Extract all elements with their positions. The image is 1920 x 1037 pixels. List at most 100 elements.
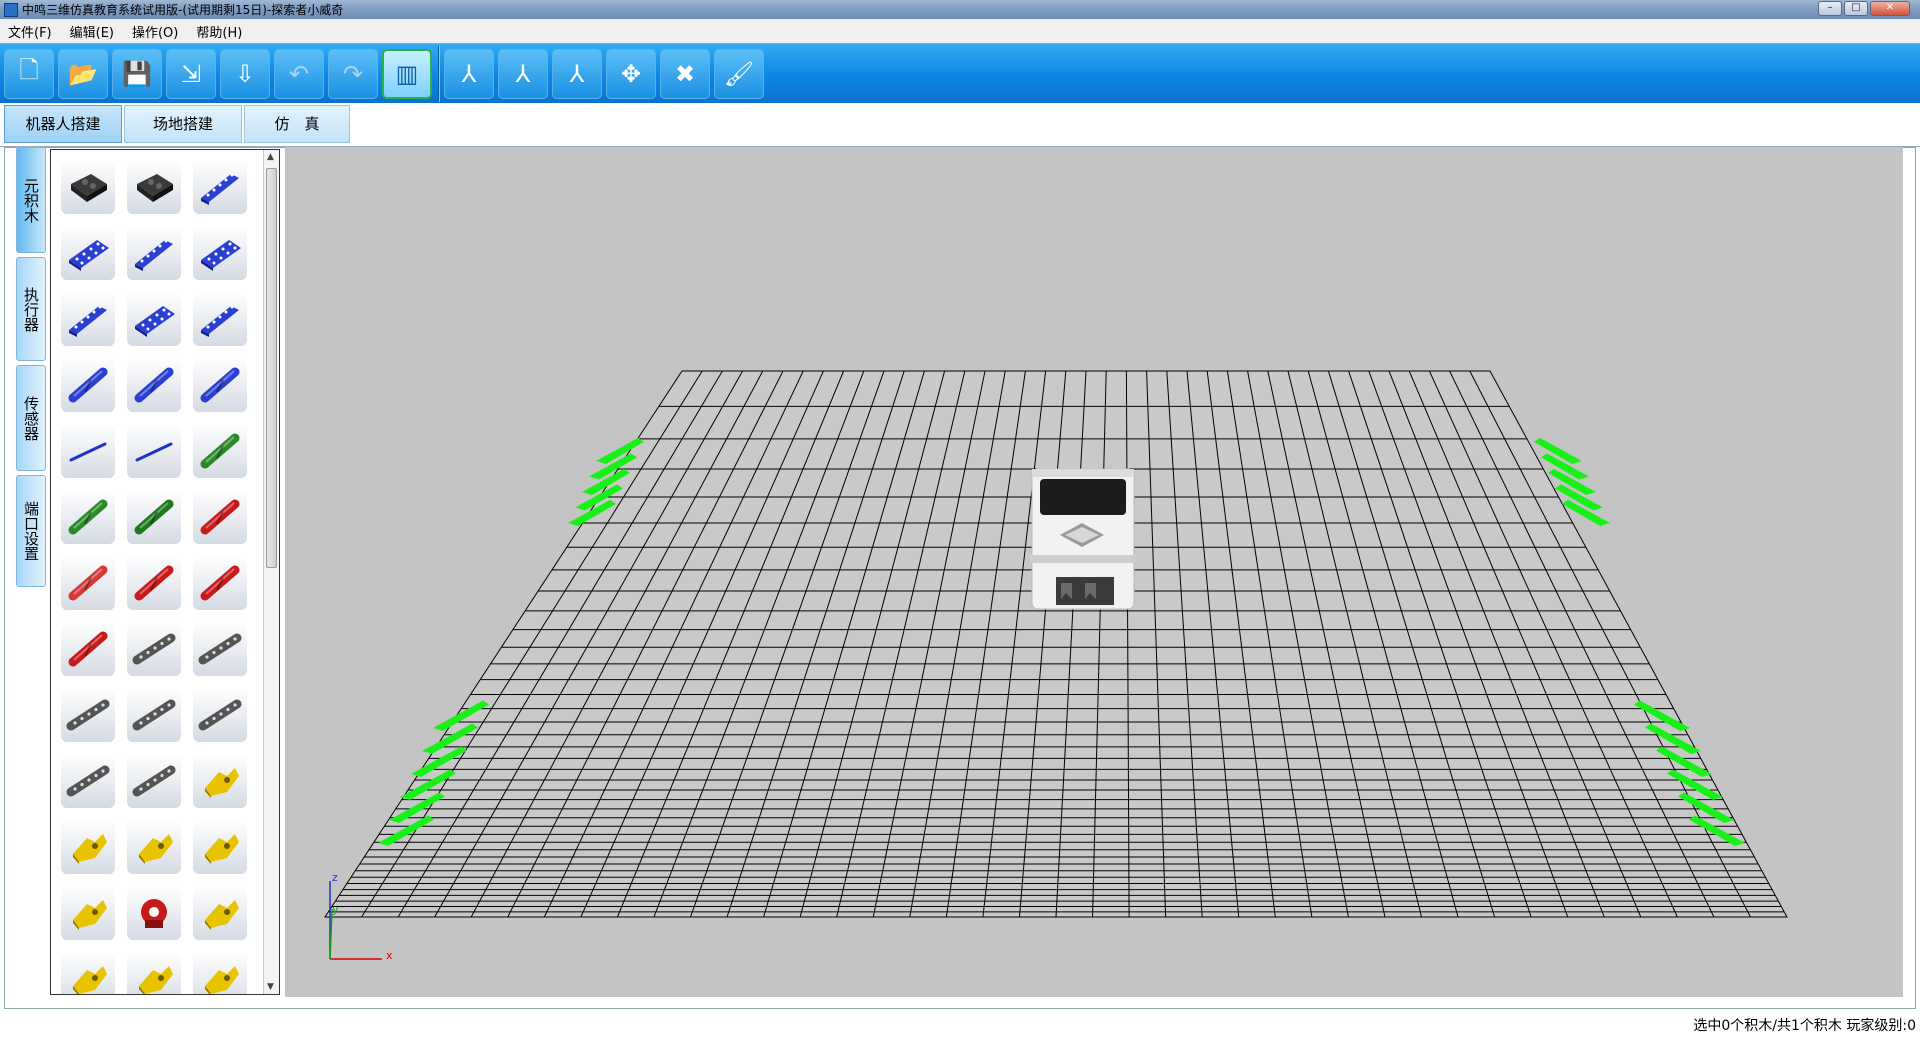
redo-button[interactable]: ↷ <box>328 48 378 99</box>
mode-tabs: 机器人搭建 场地搭建 仿 真 <box>0 103 1920 147</box>
part-plate[interactable] <box>61 160 115 214</box>
scene-canvas[interactable]: x y z <box>285 147 1903 997</box>
part-connector[interactable] <box>127 952 181 994</box>
part-connector[interactable] <box>193 754 247 808</box>
delete-icon: ✖ <box>674 59 696 88</box>
part-connector[interactable] <box>193 820 247 874</box>
part-liftarm[interactable] <box>193 622 247 676</box>
liftarm-icon <box>132 765 176 797</box>
liftarm-icon <box>198 633 242 665</box>
move-button[interactable]: ✥ <box>606 48 656 99</box>
open-file-button[interactable]: 📂 <box>58 48 108 99</box>
part-wide[interactable] <box>61 226 115 280</box>
part-axle[interactable] <box>61 622 115 676</box>
open-folder-icon: 📂 <box>68 59 98 88</box>
part-connector[interactable] <box>127 820 181 874</box>
new-file-button[interactable]: 🗋 <box>4 48 54 99</box>
part-beam[interactable] <box>127 226 181 280</box>
floor-grid <box>324 370 1788 918</box>
liftarm-icon <box>66 765 110 797</box>
rotate-x-button[interactable]: ⅄ <box>444 48 494 99</box>
part-beam[interactable] <box>61 292 115 346</box>
rotate-y-button[interactable]: ⅄ <box>498 48 548 99</box>
connector-icon <box>139 834 173 864</box>
delete-button[interactable]: ✖ <box>660 48 710 99</box>
part-liftarm[interactable] <box>127 622 181 676</box>
export-button[interactable]: ⇲ <box>166 48 216 99</box>
part-rod[interactable] <box>127 424 181 478</box>
axis-y-label: y <box>332 903 339 916</box>
axis-x-label: x <box>386 949 393 962</box>
part-pin[interactable] <box>61 490 115 544</box>
part-pin[interactable] <box>193 490 247 544</box>
part-pin[interactable] <box>193 556 247 610</box>
part-axle[interactable] <box>193 358 247 412</box>
move-icon: ✥ <box>620 59 642 88</box>
part-pin[interactable] <box>61 358 115 412</box>
tab-robot-build[interactable]: 机器人搭建 <box>4 105 122 143</box>
part-liftarm[interactable] <box>127 754 181 808</box>
new-file-icon: 🗋 <box>19 56 39 84</box>
side-tab-actuators[interactable]: 执行器 <box>16 257 46 361</box>
part-liftarm[interactable] <box>193 688 247 742</box>
tab-field-build[interactable]: 场地搭建 <box>124 105 242 143</box>
side-tab-port-settings[interactable]: 端口设置 <box>16 475 46 587</box>
palette-scrollbar[interactable]: ▲ ▼ <box>263 150 279 994</box>
part-pin[interactable] <box>61 556 115 610</box>
part-liftarm[interactable] <box>127 688 181 742</box>
menu-operate[interactable]: 操作(O) <box>132 22 178 41</box>
window-controls: – □ ✕ <box>1818 1 1910 16</box>
beam-icon <box>69 305 107 337</box>
part-rod[interactable] <box>61 424 115 478</box>
menu-edit[interactable]: 编辑(E) <box>70 22 114 41</box>
part-connector[interactable] <box>193 952 247 994</box>
part-plate4[interactable] <box>127 160 181 214</box>
part-pin[interactable] <box>127 556 181 610</box>
part-connector[interactable] <box>193 886 247 940</box>
paint-button[interactable]: 🖌 <box>714 48 764 99</box>
scroll-down-arrow-icon[interactable]: ▼ <box>267 982 274 992</box>
part-wide[interactable] <box>193 226 247 280</box>
part-pin[interactable] <box>193 424 247 478</box>
axle-icon <box>200 367 240 403</box>
pin-icon <box>200 499 240 535</box>
undo-button[interactable]: ↶ <box>274 48 324 99</box>
close-button[interactable]: ✕ <box>1870 1 1910 16</box>
minimize-button[interactable]: – <box>1818 1 1842 16</box>
part-connector[interactable] <box>61 952 115 994</box>
part-connector[interactable] <box>61 886 115 940</box>
part-pin[interactable] <box>127 358 181 412</box>
part-liftarm[interactable] <box>61 688 115 742</box>
rotate-z-button[interactable]: ⅄ <box>552 48 602 99</box>
connector-icon <box>205 768 239 798</box>
import-button[interactable]: ⇩ <box>220 48 270 99</box>
part-connector[interactable] <box>61 820 115 874</box>
build-mode-button[interactable]: ▥ <box>382 48 432 99</box>
side-tabs: 元积木 执行器 传感器 端口设置 <box>12 147 46 587</box>
menu-help[interactable]: 帮助(H) <box>196 22 242 41</box>
save-button[interactable]: 💾 <box>112 48 162 99</box>
scroll-up-arrow-icon[interactable]: ▲ <box>267 152 274 162</box>
tab-simulation[interactable]: 仿 真 <box>244 105 350 143</box>
beam-icon <box>201 305 239 337</box>
3d-viewport[interactable]: x y z <box>285 147 1903 997</box>
liftarm-icon <box>198 699 242 731</box>
scroll-thumb[interactable] <box>266 168 277 568</box>
side-tab-elements[interactable]: 元积木 <box>16 147 46 253</box>
part-gear[interactable] <box>127 886 181 940</box>
side-tab-sensors[interactable]: 传感器 <box>16 365 46 471</box>
part-beam[interactable] <box>193 292 247 346</box>
maximize-button[interactable]: □ <box>1844 1 1868 16</box>
window-title: 中鸣三维仿真教育系统试用版-(试用期剩15日)-探索者小威奇 <box>22 3 344 17</box>
connector-icon <box>205 834 239 864</box>
part-wide[interactable] <box>127 292 181 346</box>
part-pin[interactable] <box>127 490 181 544</box>
menu-file[interactable]: 文件(F) <box>8 22 52 41</box>
part-liftarm[interactable] <box>61 754 115 808</box>
liftarm-icon <box>132 633 176 665</box>
pin-icon <box>134 367 174 403</box>
title-bar: 中鸣三维仿真教育系统试用版-(试用期剩15日)-探索者小威奇 – □ ✕ <box>0 0 1920 19</box>
rod-icon <box>135 442 173 462</box>
toolbar: 🗋 📂 💾 ⇲ ⇩ ↶ ↷ ▥ ⅄ ⅄ ⅄ ✥ ✖ 🖌 <box>0 43 1920 103</box>
part-beam[interactable] <box>193 160 247 214</box>
